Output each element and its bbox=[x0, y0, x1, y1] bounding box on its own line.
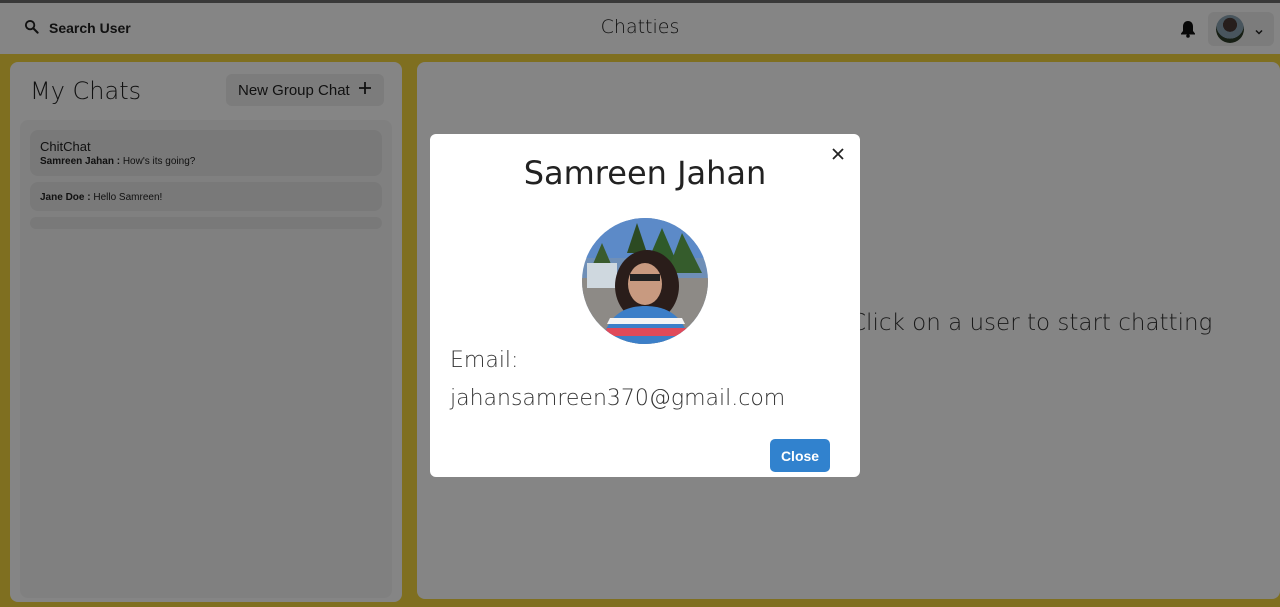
modal-title: Samreen Jahan bbox=[523, 154, 767, 192]
email-value: jahansamreen370@gmail.com bbox=[450, 386, 786, 411]
close-button[interactable]: Close bbox=[770, 439, 830, 472]
email-label: Email: bbox=[450, 348, 519, 373]
profile-picture bbox=[582, 218, 708, 344]
profile-modal: Samreen Jahan Email: jahansamreen370@gma… bbox=[430, 134, 860, 477]
